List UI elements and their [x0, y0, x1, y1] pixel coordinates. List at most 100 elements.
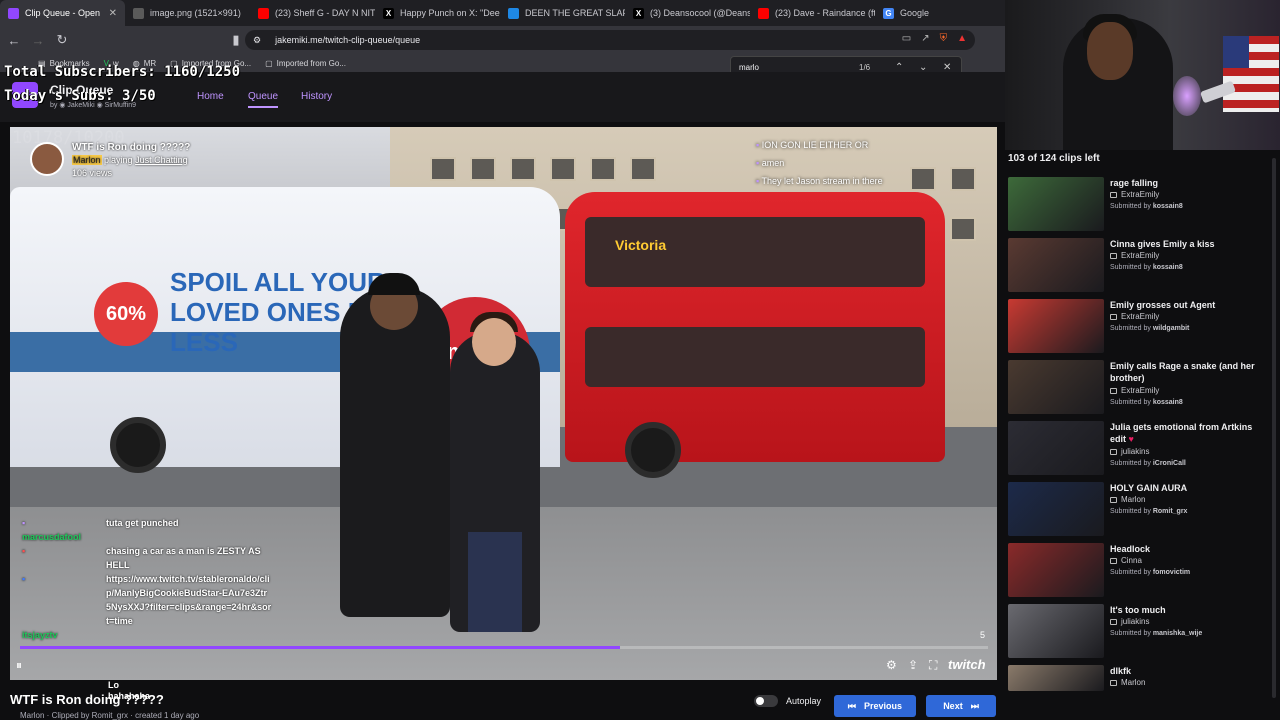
queue-item[interactable]: HOLY GAIN AURA Marlon Submitted by Romit_g… — [1008, 482, 1266, 540]
browser-tab-1[interactable]: image.png (1521×991) — [125, 0, 250, 26]
shield-icon[interactable]: ⛨ — [940, 33, 948, 44]
stream-chat-overlay: ▪ tuta get punched marcusdafool ▪ chasing … — [22, 516, 272, 642]
chat-line: marcusdafool — [22, 532, 82, 542]
overlay-total-subs: Total Subscribers: 1160/1250 — [4, 64, 241, 80]
queue-item-channel: ExtraEmily — [1110, 251, 1159, 260]
queue-item-channel: ExtraEmily — [1110, 386, 1159, 395]
queue-item-submitter: Submitted by iCroniCall — [1110, 460, 1186, 467]
autoplay-toggle[interactable] — [754, 695, 778, 707]
tab-title: image.png (1521×991) — [150, 8, 241, 18]
find-input[interactable]: marlo — [739, 63, 759, 72]
clip-progress-bar[interactable] — [20, 646, 988, 649]
queue-item-channel: Marlon — [1110, 495, 1145, 504]
overlay-chat: ▪ ION GON LIE EITHER OR ▪ amen ▪ They le… — [756, 136, 883, 190]
queue-item-submitter: Submitted by fomovictim — [1110, 569, 1191, 576]
find-next-icon[interactable]: ⌄ — [919, 62, 927, 73]
chat-line: ▪ tuta get punched — [22, 518, 179, 528]
queue-item-channel: ExtraEmily — [1110, 190, 1159, 199]
share-icon[interactable]: ↗ — [921, 33, 929, 44]
clips-left-count: 103 of 124 clips left — [1008, 153, 1100, 164]
reader-icon[interactable]: ▭ — [902, 33, 911, 44]
queue-item-title: It's too much — [1110, 605, 1166, 615]
queue-item[interactable]: rage falling ExtraEmily Submitted by kossa… — [1008, 177, 1266, 235]
queue-item-title: dlkfk — [1110, 666, 1132, 676]
clip-thumbnail — [1008, 238, 1104, 292]
back-icon[interactable]: ← — [4, 33, 24, 48]
queue-item-title: HOLY GAIN AURA — [1110, 483, 1188, 493]
queue-item[interactable]: Cinna gives Emily a kiss ExtraEmily Submit… — [1008, 238, 1266, 296]
bookmark-imported-2[interactable]: ▢ Imported from Go... — [265, 59, 346, 68]
browser-tab-5[interactable]: X (3) Deansocool (@Deanso — [625, 0, 750, 26]
bookmark-icon[interactable]: ▮ — [226, 32, 246, 48]
site-info-icon[interactable]: ⚙ — [253, 35, 261, 46]
find-close-icon[interactable]: ✕ — [943, 62, 951, 73]
browser-tab-0[interactable]: Clip Queue - Open ✕ — [0, 0, 125, 26]
browser-tab-4[interactable]: DEEN THE GREAT SLAPPER — [500, 0, 625, 26]
tv-icon — [1110, 191, 1117, 198]
heart-icon: ♥ — [1126, 434, 1134, 444]
queue-item[interactable]: Emily calls Rage a snake (and her brothe… — [1008, 360, 1266, 418]
find-prev-icon[interactable]: ⌃ — [895, 62, 903, 73]
tv-icon — [1110, 448, 1117, 455]
queue-item-channel: juliakins — [1110, 617, 1149, 626]
browser-tab-7[interactable]: G Google — [875, 0, 1000, 26]
chat-line: ▪ https://www.twitch.tv/stableronaldo/cli… — [22, 574, 272, 626]
next-icon: ⏭ — [970, 700, 979, 711]
share-icon[interactable]: ⇪ — [908, 658, 918, 672]
folder-icon: ▢ — [265, 58, 273, 68]
extension-icon[interactable]: ▲ — [957, 33, 967, 44]
play-pause-icon[interactable]: ⏸ — [16, 658, 22, 673]
twitch-logo[interactable]: twitch — [948, 657, 986, 672]
queue-item-submitter: Submitted by wildgambit — [1110, 325, 1190, 332]
address-bar[interactable]: ⚙ jakemiki.me/twitch-clip-queue/queue ▭ … — [245, 30, 975, 50]
clip-thumbnail — [1008, 665, 1104, 691]
queue-item-title: rage falling — [1110, 178, 1159, 188]
queue-item[interactable]: Julia gets emotional from Artkins edit ♥… — [1008, 421, 1266, 479]
x-icon: X — [633, 7, 644, 19]
clip-channel[interactable]: Marlon — [72, 155, 102, 165]
clip-progress-fill — [20, 646, 621, 649]
clip-title: WTF is Ron doing ????? — [72, 142, 191, 153]
queue-item-submitter: Submitted by kossain8 — [1110, 399, 1183, 406]
queue-panel: 103 of 124 clips left rage falling ExtraE… — [1005, 150, 1280, 720]
nav-queue[interactable]: Queue — [248, 91, 279, 108]
forward-icon[interactable]: → — [28, 33, 48, 48]
queue-item[interactable]: It's too much juliakins Submitted by manis… — [1008, 604, 1266, 662]
browser-tab-6[interactable]: (23) Dave - Raindance (ft. — [750, 0, 875, 26]
find-count: 1/6 — [859, 62, 871, 72]
chat-line: ▪ They let Jason stream in there — [756, 176, 883, 186]
queue-item-title: Emily calls Rage a snake (and her brothe… — [1110, 361, 1255, 383]
chat-line: Lo — [108, 680, 119, 690]
queue-item[interactable]: Emily grosses out Agent ExtraEmily Submitt… — [1008, 299, 1266, 357]
clip-game[interactable]: Just Chatting — [135, 155, 188, 165]
browser-tab-2[interactable]: (23) Sheff G - DAY N NITE — [250, 0, 375, 26]
queue-item[interactable]: Headlock Cinna Submitted by fomovictim — [1008, 543, 1266, 601]
tab-title: Happy Punch on X: "Deen — [400, 8, 500, 18]
image-icon — [133, 7, 144, 19]
tab-title: (23) Dave - Raindance (ft. — [775, 8, 875, 18]
nav-home[interactable]: Home — [197, 91, 224, 102]
globe-icon — [508, 7, 519, 19]
queue-scrollbar[interactable] — [1272, 158, 1276, 698]
browser-tab-3[interactable]: X Happy Punch on X: "Deen — [375, 0, 500, 26]
clip-thumbnail — [1008, 421, 1104, 475]
previous-button[interactable]: ⏮ Previous — [834, 695, 916, 717]
streamer-webcam — [1005, 0, 1280, 150]
clip-thumbnail — [1008, 604, 1104, 658]
google-icon: G — [883, 7, 894, 19]
chat-line: itsjayztv — [22, 630, 58, 640]
clip-meta: Marlon · Clipped by Romit_grx · created … — [20, 711, 200, 720]
reload-icon[interactable]: ↻ — [52, 32, 72, 48]
youtube-icon — [758, 7, 769, 19]
queue-item[interactable]: dlkfk Marlon — [1008, 665, 1266, 720]
twitch-icon — [8, 7, 19, 19]
nav-history[interactable]: History — [301, 91, 332, 102]
settings-icon[interactable]: ⚙ — [886, 658, 897, 672]
close-icon[interactable]: ✕ — [109, 8, 117, 19]
youtube-icon — [258, 7, 269, 19]
tv-icon — [1110, 496, 1117, 503]
next-button[interactable]: Next ⏭ — [926, 695, 996, 717]
queue-item-submitter: Submitted by kossain8 — [1110, 203, 1183, 210]
fullscreen-icon[interactable]: ⛶ — [929, 658, 937, 673]
clip-thumbnail — [1008, 177, 1104, 231]
